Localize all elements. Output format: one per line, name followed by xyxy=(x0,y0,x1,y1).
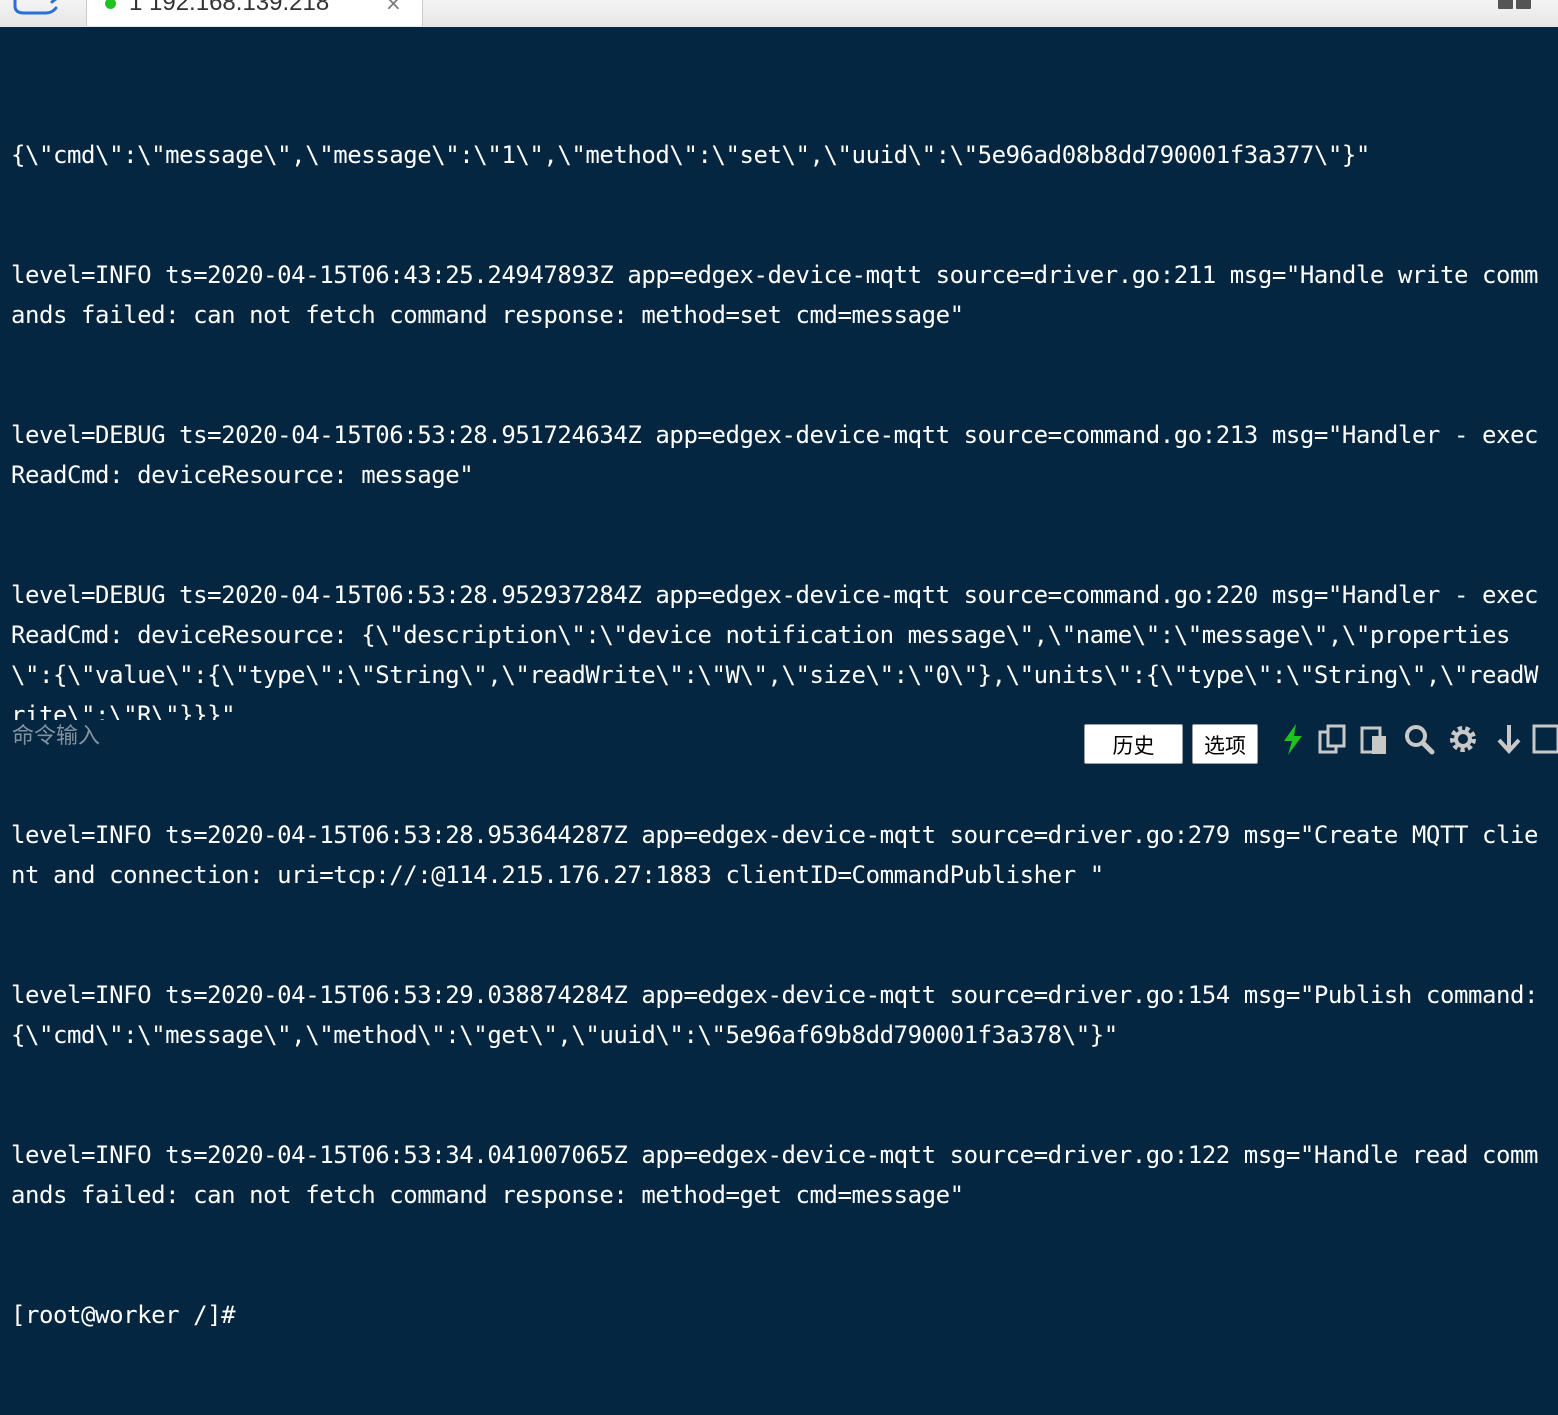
terminal-line: level=INFO ts=2020-04-15T06:53:34.041007… xyxy=(11,1141,1539,1209)
terminal-line: level=INFO ts=2020-04-15T06:43:25.249478… xyxy=(11,261,1539,329)
terminal-line: level=INFO ts=2020-04-15T06:53:28.953644… xyxy=(11,821,1539,889)
search-icon[interactable] xyxy=(1402,722,1436,756)
new-session-icon[interactable] xyxy=(12,0,66,22)
layout-icon[interactable] xyxy=(1498,0,1538,14)
copy-icon[interactable] xyxy=(1316,722,1350,756)
options-button[interactable]: 选项 xyxy=(1192,724,1258,764)
terminal-line: level=INFO ts=2020-04-15T06:53:29.038874… xyxy=(11,981,1553,1049)
command-bar: 历史 选项 xyxy=(0,720,1558,764)
window-icon[interactable] xyxy=(1530,722,1558,756)
connection-status-icon xyxy=(105,0,116,9)
history-button[interactable]: 历史 xyxy=(1084,724,1183,764)
download-icon[interactable] xyxy=(1492,722,1526,756)
close-icon[interactable]: × xyxy=(385,0,402,15)
gear-icon[interactable] xyxy=(1446,722,1480,756)
terminal-line: {\"cmd\":\"message\",\"message\":\"1\",\… xyxy=(11,141,1370,169)
session-tab[interactable]: 1 192.168.139.218 × xyxy=(86,0,423,26)
tab-bar: 1 192.168.139.218 × xyxy=(0,0,1558,28)
terminal-prompt: [root@worker /]# xyxy=(11,1301,236,1329)
lightning-icon[interactable] xyxy=(1276,722,1310,756)
terminal-line: level=DEBUG ts=2020-04-15T06:53:28.95172… xyxy=(11,421,1539,489)
terminal-pane[interactable]: {\"cmd\":\"message\",\"message\":\"1\",\… xyxy=(0,27,1558,1329)
terminal-line: level=DEBUG ts=2020-04-15T06:53:28.95293… xyxy=(11,581,1539,729)
session-tab-title: 1 192.168.139.218 xyxy=(129,0,330,16)
command-input[interactable] xyxy=(0,720,1082,752)
paste-icon[interactable] xyxy=(1358,722,1392,756)
